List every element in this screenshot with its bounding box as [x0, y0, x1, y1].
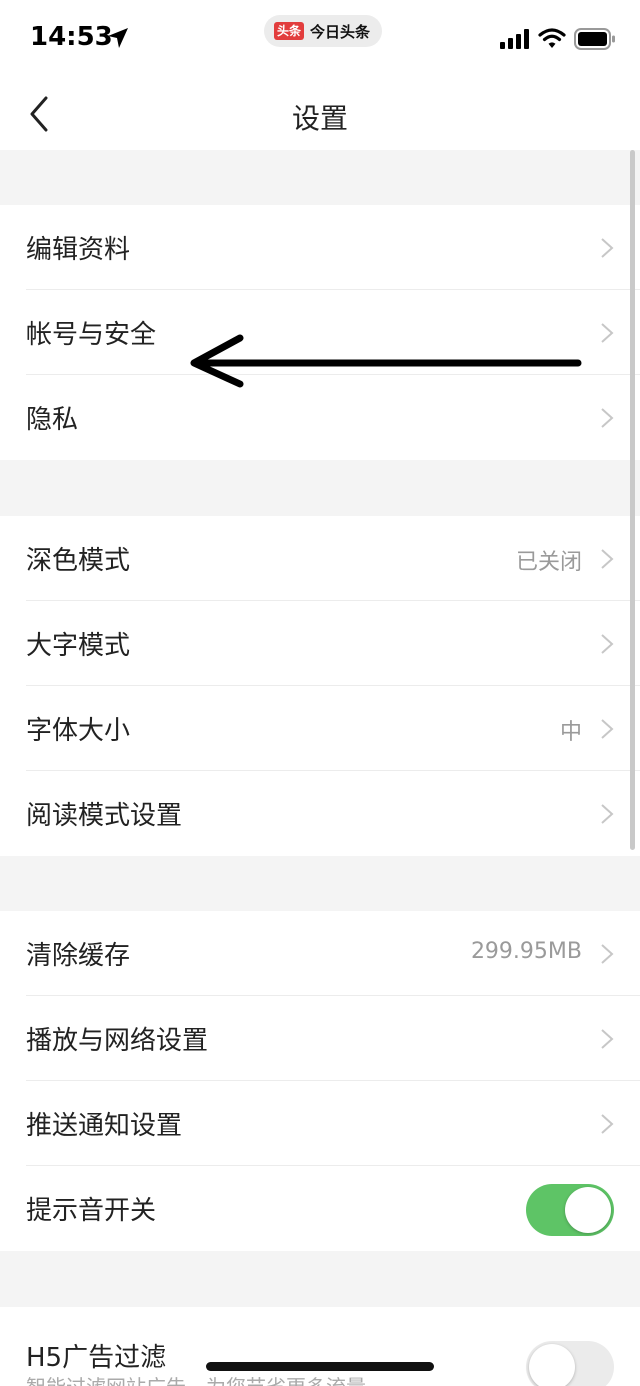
row-h5-ad-filter: H5广告过滤 智能过滤网站广告，为您节省更多流量 [0, 1307, 640, 1386]
notification-sound-toggle[interactable] [526, 1184, 614, 1236]
row-font-size[interactable]: 字体大小 中 [0, 686, 640, 771]
home-indicator[interactable] [206, 1362, 434, 1371]
chevron-right-icon [601, 1029, 614, 1049]
row-playback-network-settings[interactable]: 播放与网络设置 [0, 996, 640, 1081]
app-logo: 头条 [274, 22, 305, 40]
row-clear-cache[interactable]: 清除缓存 299.95MB [0, 911, 640, 996]
chevron-right-icon [601, 238, 614, 258]
scrollbar[interactable] [630, 150, 635, 850]
row-push-notification-settings[interactable]: 推送通知设置 [0, 1081, 640, 1166]
annotation-arrow-icon [190, 334, 582, 388]
chevron-right-icon [601, 634, 614, 654]
navigation-bar: 设置 [0, 80, 640, 150]
row-label: 深色模式 [26, 546, 131, 576]
row-label: 清除缓存 [26, 941, 131, 971]
row-label: 编辑资料 [26, 235, 131, 265]
page-title: 设置 [291, 102, 348, 135]
row-label: 播放与网络设置 [26, 1026, 209, 1056]
row-label: 帐号与安全 [26, 320, 157, 350]
chevron-right-icon [601, 549, 614, 569]
row-sublabel: 智能过滤网站广告，为您节省更多流量 [26, 1371, 366, 1386]
row-label: 提示音开关 [26, 1196, 157, 1226]
settings-group-display: 深色模式 已关闭 大字模式 字体大小 中 阅读模式设置 [0, 516, 640, 856]
back-to-app-pill[interactable]: 头条 今日头条 [264, 15, 383, 47]
row-edit-profile[interactable]: 编辑资料 [0, 205, 640, 290]
chevron-right-icon [601, 944, 614, 964]
row-label: 阅读模式设置 [26, 801, 183, 831]
chevron-right-icon [601, 1114, 614, 1134]
signal-icon [500, 29, 529, 49]
row-dark-mode[interactable]: 深色模式 已关闭 [0, 516, 640, 601]
toggle-knob [565, 1187, 611, 1233]
location-arrow-icon [108, 28, 128, 48]
row-large-text-mode[interactable]: 大字模式 [0, 601, 640, 686]
row-label: 隐私 [26, 405, 79, 435]
row-value: 中 [559, 720, 582, 745]
status-time: 14:53 [30, 22, 113, 52]
battery-icon [574, 28, 615, 50]
row-value: 299.95MB [470, 939, 582, 964]
chevron-right-icon [601, 323, 614, 343]
wifi-icon [538, 28, 566, 48]
row-value: 已关闭 [515, 550, 582, 575]
settings-group-general: 清除缓存 299.95MB 播放与网络设置 推送通知设置 提示音开关 [0, 911, 640, 1251]
status-bar: 14:53 头条 今日头条 [0, 0, 640, 80]
toggle-knob [529, 1344, 575, 1386]
settings-group-ad-filter: H5广告过滤 智能过滤网站广告，为您节省更多流量 [0, 1307, 640, 1386]
app-name: 今日头条 [310, 22, 371, 41]
chevron-right-icon [601, 804, 614, 824]
row-label: 字体大小 [26, 716, 131, 746]
chevron-right-icon [601, 719, 614, 739]
row-label: 推送通知设置 [26, 1111, 183, 1141]
row-reading-mode-settings[interactable]: 阅读模式设置 [0, 771, 640, 856]
row-label: H5广告过滤 [26, 1343, 167, 1373]
row-label: 大字模式 [26, 631, 131, 661]
h5-ad-filter-toggle[interactable] [526, 1341, 614, 1386]
chevron-right-icon [601, 408, 614, 428]
row-notification-sound: 提示音开关 [0, 1166, 640, 1251]
